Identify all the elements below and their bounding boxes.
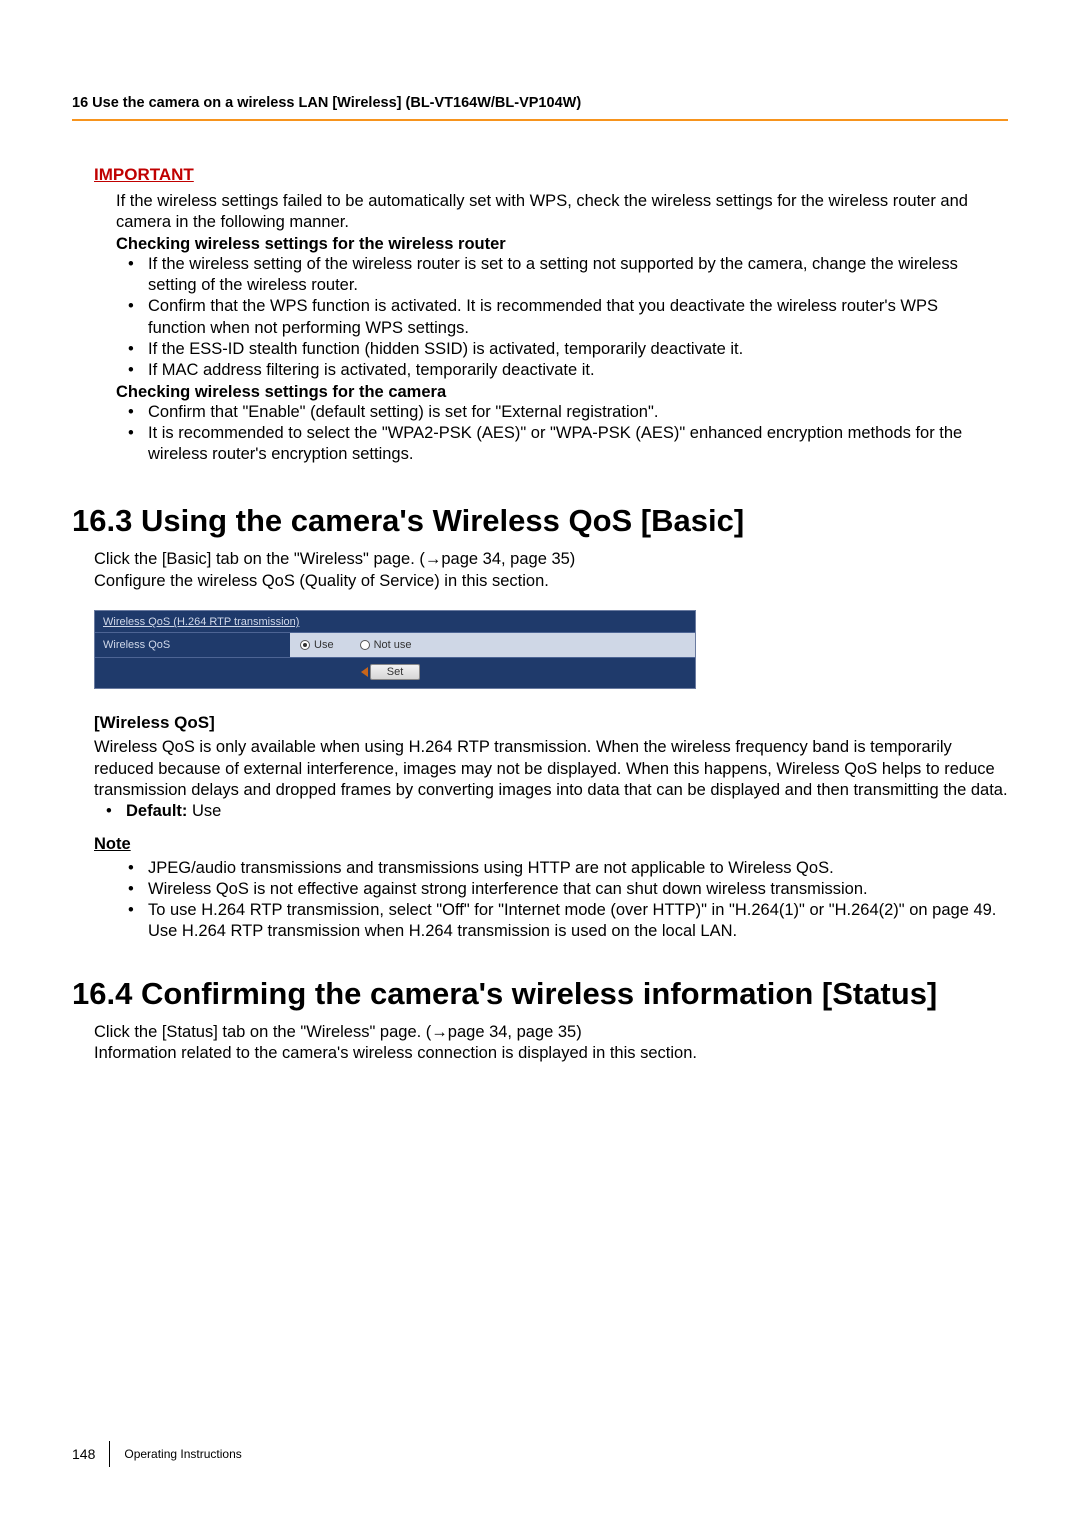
list-item: Default: Use	[94, 801, 998, 822]
panel-title: Wireless QoS (H.264 RTP transmission)	[95, 611, 695, 632]
radio-dot-icon	[360, 640, 370, 650]
check-camera-heading: Checking wireless settings for the camer…	[116, 383, 1008, 402]
wireless-qos-subheading: [Wireless QoS]	[94, 713, 1008, 733]
section-164-heading: 16.4 Confirming the camera's wireless in…	[72, 976, 1008, 1012]
footer-doc-label: Operating Instructions	[124, 1447, 241, 1461]
footer-divider	[109, 1441, 110, 1467]
list-item: Confirm that "Enable" (default setting) …	[116, 402, 998, 423]
list-item: Wireless QoS is not effective against st…	[116, 879, 998, 900]
note-list: JPEG/audio transmissions and transmissio…	[116, 858, 1008, 942]
list-item: It is recommended to select the "WPA2-PS…	[116, 423, 998, 465]
list-item: To use H.264 RTP transmission, select "O…	[116, 900, 998, 942]
header-rule	[72, 119, 1008, 121]
list-item: Confirm that the WPS function is activat…	[116, 296, 998, 338]
set-button[interactable]: Set	[370, 664, 421, 680]
list-item: JPEG/audio transmissions and transmissio…	[116, 858, 998, 879]
radio-not-use[interactable]: Not use	[360, 639, 412, 651]
note-label: Note	[94, 835, 1008, 854]
wireless-qos-body: Wireless QoS is only available when usin…	[94, 737, 1008, 801]
radio-notuse-label: Not use	[374, 639, 412, 651]
list-item: If the ESS-ID stealth function (hidden S…	[116, 339, 998, 360]
radio-use-label: Use	[314, 639, 334, 651]
default-label: Default:	[126, 802, 187, 820]
radio-use[interactable]: Use	[300, 639, 334, 651]
radio-dot-icon	[300, 640, 310, 650]
default-value: Use	[187, 802, 221, 820]
list-item: If the wireless setting of the wireless …	[116, 254, 998, 296]
important-intro: If the wireless settings failed to be au…	[116, 191, 998, 233]
important-label: IMPORTANT	[94, 165, 1008, 185]
section-164-p1: Click the [Status] tab on the "Wireless"…	[94, 1022, 1008, 1043]
camera-list: Confirm that "Enable" (default setting) …	[116, 402, 1008, 465]
list-item: If MAC address filtering is activated, t…	[116, 360, 998, 381]
section-163-heading: 16.3 Using the camera's Wireless QoS [Ba…	[72, 503, 1008, 539]
page-number: 148	[72, 1446, 95, 1462]
row-label: Wireless QoS	[95, 633, 290, 657]
check-router-heading: Checking wireless settings for the wirel…	[116, 235, 1008, 254]
page-footer: 148 Operating Instructions	[72, 1441, 242, 1467]
section-164-p2: Information related to the camera's wire…	[94, 1043, 1008, 1064]
wireless-qos-row: Wireless QoS Use Not use	[95, 632, 695, 657]
row-value: Use Not use	[290, 633, 695, 657]
router-list: If the wireless setting of the wireless …	[116, 254, 1008, 381]
default-list: Default: Use	[94, 801, 1008, 822]
section-163-p1: Click the [Basic] tab on the "Wireless" …	[94, 549, 1008, 570]
panel-footer: Set	[95, 657, 695, 688]
section-163-p2: Configure the wireless QoS (Quality of S…	[94, 571, 1008, 592]
wireless-qos-panel: Wireless QoS (H.264 RTP transmission) Wi…	[94, 610, 696, 689]
page-header: 16 Use the camera on a wireless LAN [Wir…	[72, 95, 1008, 119]
